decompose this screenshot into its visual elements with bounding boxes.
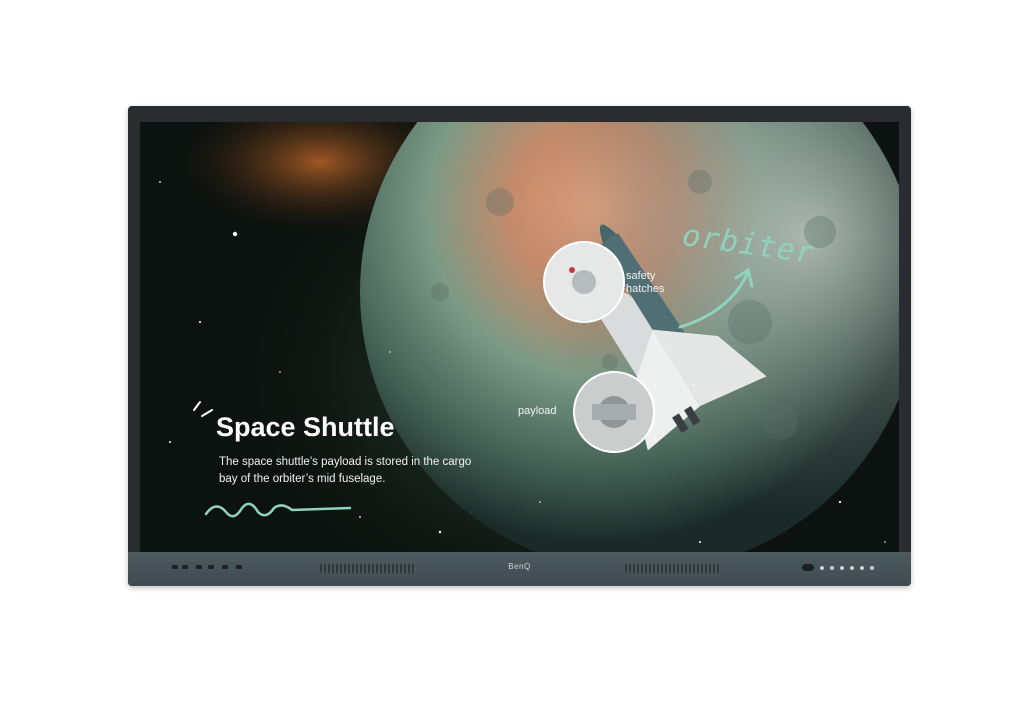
display-screen[interactable]: Space Shuttle The space shuttle’s payloa…: [140, 122, 899, 558]
interactive-display: Space Shuttle The space shuttle’s payloa…: [128, 106, 911, 586]
control-button[interactable]: [860, 566, 864, 570]
hdmi-port[interactable]: [196, 565, 202, 569]
payload-magnifier: [573, 371, 655, 453]
power-button[interactable]: [802, 564, 814, 571]
slide-description: The space shuttle’s payload is stored in…: [219, 456, 472, 485]
control-button[interactable]: [870, 566, 874, 570]
right-speaker-grille: [625, 564, 721, 573]
control-button[interactable]: [840, 566, 844, 570]
safety-hatches-magnifier: [543, 241, 625, 323]
payload-label: payload: [518, 405, 557, 417]
usb-port[interactable]: [222, 565, 228, 569]
usb-c-port[interactable]: [208, 565, 214, 569]
left-speaker-grille: [320, 564, 416, 573]
slide-title: Space Shuttle: [216, 412, 395, 442]
usb-port[interactable]: [182, 565, 188, 569]
safety-hatches-label: safety hatches: [626, 270, 665, 295]
control-button[interactable]: [850, 566, 854, 570]
control-button[interactable]: [830, 566, 834, 570]
audio-port[interactable]: [236, 565, 242, 569]
control-button[interactable]: [820, 566, 824, 570]
space-scene: [140, 122, 899, 558]
brand-logo: BenQ: [508, 562, 531, 571]
usb-port[interactable]: [172, 565, 178, 569]
bottom-bezel: BenQ: [128, 552, 911, 586]
